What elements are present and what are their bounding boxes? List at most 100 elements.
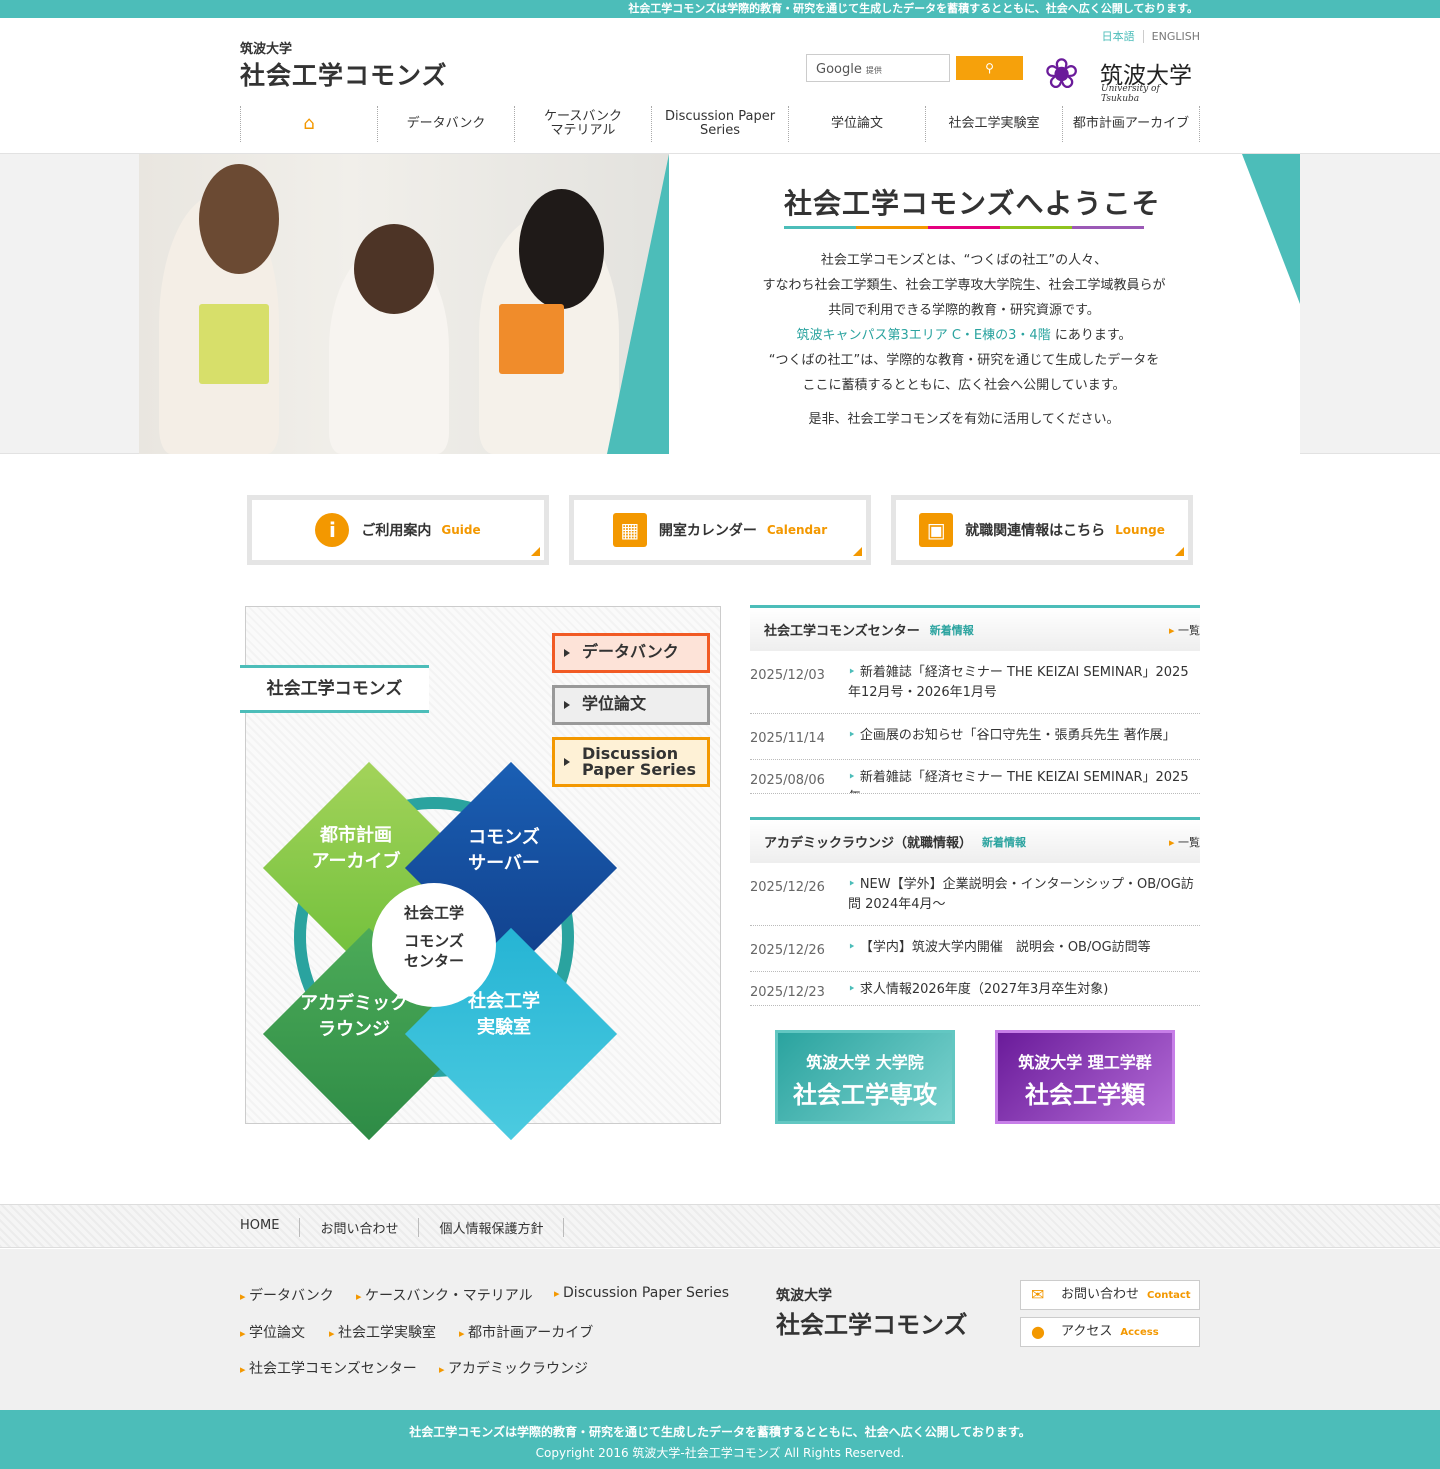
contact-label-en: Contact <box>1147 1290 1191 1301</box>
lounge-label-en: Lounge <box>1115 523 1165 537</box>
access-label: アクセス <box>1061 1324 1113 1339</box>
footer-link[interactable]: Discussion Paper Series <box>554 1285 729 1301</box>
calendar-icon: ▦ <box>612 513 647 547</box>
univ-name-en: University of Tsukuba <box>1101 84 1160 104</box>
hero-accent-left <box>607 154 669 454</box>
hero-line: 是非、社会工学コモンズを有効に活用してください。 <box>808 412 1120 427</box>
news-item[interactable]: 2025/11/14 企画展のお知らせ「谷口守先生・張勇兵先生 著作展」 <box>750 714 1200 760</box>
nav-lab[interactable]: 社会工学実験室 <box>926 106 1063 142</box>
banner-line2: 社会工学類 <box>1025 1081 1145 1109</box>
hero-title-rule <box>784 226 1144 229</box>
campus-link[interactable]: 筑波キャンパス第3エリア C・E棟の3・4階 <box>796 328 1050 343</box>
nav-archive[interactable]: 都市計画アーカイブ <box>1063 106 1200 142</box>
diagram-thesis-button[interactable]: 学位論文 <box>552 685 710 725</box>
news-item[interactable]: 2025/12/26 NEW【学外】企業説明会・インターンシップ・OB/OG訪問 … <box>750 863 1200 926</box>
diagram-databank-button[interactable]: データバンク <box>552 633 710 673</box>
nav-discussion-paper[interactable]: Discussion Paper Series <box>652 106 789 142</box>
news-date: 2025/12/03 <box>750 668 825 683</box>
footer-link[interactable]: アカデミックラウンジ <box>439 1358 588 1378</box>
footer-link[interactable]: ケースバンク・マテリアル <box>356 1285 533 1305</box>
news-all-link[interactable]: 一覧 <box>1169 834 1200 850</box>
news-new-label: 新着情報 <box>929 623 974 637</box>
news-item[interactable]: 2025/12/23 求人情報2026年度（2027年3月卒生対象) <box>750 972 1200 1006</box>
diagram-discussion-button[interactable]: Discussion Paper Series <box>552 737 710 787</box>
logo-small[interactable]: 筑波大学 <box>240 38 292 57</box>
guide-button[interactable]: i ご利用案内 Guide <box>247 495 549 565</box>
calendar-label: 開室カレンダー <box>658 523 757 539</box>
footer-link[interactable]: データバンク <box>240 1285 334 1305</box>
hero-line: 共同で利用できる学際的教育・研究資源です。 <box>828 303 1100 318</box>
banner-graduate[interactable]: 筑波大学 大学院社会工学専攻 <box>775 1030 955 1124</box>
hero-line-tail: にあります。 <box>1050 328 1132 343</box>
footer-contact-button[interactable]: ✉ お問い合わせ Contact <box>1020 1280 1200 1310</box>
calendar-label-en: Calendar <box>766 523 828 537</box>
footer-link[interactable]: 学位論文 <box>240 1322 305 1342</box>
news-date: 2025/08/06 <box>750 773 825 788</box>
banner-line1: 筑波大学 大学院 <box>806 1053 924 1072</box>
quick-links: i ご利用案内 Guide ▦ 開室カレンダー Calendar ▣ 就職関連情報はこちら… <box>247 495 1193 565</box>
nav-home[interactable]: ⌂ <box>241 106 378 142</box>
footer-home-link[interactable]: HOME <box>240 1218 301 1237</box>
news-lounge-header: アカデミックラウンジ（就職情報） 新着情報 一覧 <box>750 817 1200 863</box>
footer-link[interactable]: 社会工学コモンズセンター <box>240 1358 417 1378</box>
banner-college[interactable]: 筑波大学 理工学群 社会工学類 <box>995 1030 1175 1124</box>
news-text: 求人情報2026年度（2027年3月卒生対象) <box>848 980 1109 997</box>
guide-label: ご利用案内 <box>361 523 432 539</box>
news-commons-header: 社会工学コモンズセンター新着情報 一覧 <box>750 605 1200 651</box>
center-line2: コモンズ <box>404 932 464 950</box>
calendar-button[interactable]: ▦ 開室カレンダー Calendar <box>569 495 871 565</box>
diamond-server-label: コモンズ サーバー <box>468 827 540 874</box>
header: 筑波大学 社会工学コモンズ 日本語 ENGLISH Google 提供 ⚲ ❀ 筑波… <box>0 18 1440 153</box>
news-date: 2025/12/23 <box>750 985 825 1000</box>
center-line3: センター <box>403 952 464 970</box>
footer-contact-link[interactable]: お問い合わせ <box>320 1218 420 1237</box>
search-note: 提供 <box>865 66 882 75</box>
hero-line: ここに蓄積するとともに、広く社会へ公開しています。 <box>802 378 1126 393</box>
info-icon: i <box>315 513 350 547</box>
news-new-label: 新着情報 <box>982 835 1027 849</box>
footer-privacy-link[interactable]: 個人情報保護方針 <box>439 1218 565 1237</box>
news-item[interactable]: 2025/08/06 新着雑誌「経済セミナー THE KEIZAI SEMINAR… <box>750 760 1200 794</box>
nav-casebank[interactable]: ケースバンク マテリアル <box>515 106 652 142</box>
news-item[interactable]: 2025/12/03 新着雑誌「経済セミナー THE KEIZAI SEMINAR… <box>750 651 1200 714</box>
search-input[interactable]: Google 提供 <box>806 54 950 82</box>
news-item[interactable]: 2025/12/26 【学内】筑波大学内開催 説明会・OB/OG訪問等 <box>750 926 1200 972</box>
news-text: 企画展のお知らせ「谷口守先生・張勇兵先生 著作展」 <box>848 726 1176 749</box>
news-text: 新着雑誌「経済セミナー THE KEIZAI SEMINAR」2025年12月号… <box>848 663 1200 703</box>
hero-line: 筑波キャンパス第3エリア C・E棟の3・4階 にあります。 <box>699 323 1229 348</box>
lounge-label: 就職関連情報はこちら <box>965 523 1106 539</box>
site-logo[interactable]: 社会工学コモンズ <box>240 56 448 92</box>
news-text: 【学内】筑波大学内開催 説明会・OB/OG訪問等 <box>848 938 1151 961</box>
news-text: NEW【学外】企業説明会・インターンシップ・OB/OG訪問 2024年4月〜 <box>848 875 1200 915</box>
lang-en-link[interactable]: ENGLISH <box>1152 30 1200 43</box>
nav-databank[interactable]: データバンク <box>378 106 515 142</box>
university-logo[interactable]: ❀ 筑波大学 University of Tsukuba <box>1044 48 1200 104</box>
news-all-link[interactable]: 一覧 <box>1169 622 1200 638</box>
footer-logo-small: 筑波大学 <box>776 1288 832 1304</box>
language-switch: 日本語 ENGLISH <box>1101 28 1200 44</box>
center-line1: 社会工学 <box>403 904 464 922</box>
lounge-button[interactable]: ▣ 就職関連情報はこちら Lounge <box>891 495 1193 565</box>
search-button[interactable]: ⚲ <box>956 56 1023 80</box>
hero-line: すなわち社会工学類生、社会工学専攻大学院生、社会工学域教員らが <box>762 278 1166 293</box>
news-title: 社会工学コモンズセンター <box>764 624 920 639</box>
top-notice: 社会工学コモンズは学際的教育・研究を通じて生成したデータを蓄積するとともに、社会… <box>0 0 1440 18</box>
banner-line2: 社会工学専攻 <box>793 1081 937 1109</box>
hero-line: 社会工学コモンズとは、“つくばの社工”の人々、 <box>820 253 1108 268</box>
news-text: 新着雑誌「経済セミナー THE KEIZAI SEMINAR」2025年 <box>848 768 1200 793</box>
guide-label-en: Guide <box>441 523 481 537</box>
footer-link[interactable]: 社会工学実験室 <box>329 1322 436 1342</box>
news-commons: 社会工学コモンズセンター新着情報 一覧 2025/12/03 新着雑誌「経済セミナー… <box>750 605 1200 794</box>
footer-access-button[interactable]: ● アクセス Access <box>1020 1317 1200 1347</box>
footer-link[interactable]: 都市計画アーカイブ <box>459 1322 593 1342</box>
lang-ja-link[interactable]: 日本語 <box>1101 30 1144 43</box>
contact-label: お問い合わせ <box>1061 1287 1140 1302</box>
footer-logo[interactable]: 社会工学コモンズ <box>776 1305 968 1340</box>
copyright: Copyright 2016 筑波大学-社会工学コモンズ All Rights … <box>535 1446 905 1460</box>
news-date: 2025/11/14 <box>750 731 825 746</box>
nav-thesis[interactable]: 学位論文 <box>789 106 926 142</box>
diamond-archive-label: 都市計画 アーカイブ <box>311 825 401 872</box>
hero-title: 社会工学コモンズへようこそ <box>784 187 1161 220</box>
news-date: 2025/12/26 <box>750 943 825 958</box>
diagram-center[interactable]: 社会工学コモンズセンター <box>372 883 496 1007</box>
